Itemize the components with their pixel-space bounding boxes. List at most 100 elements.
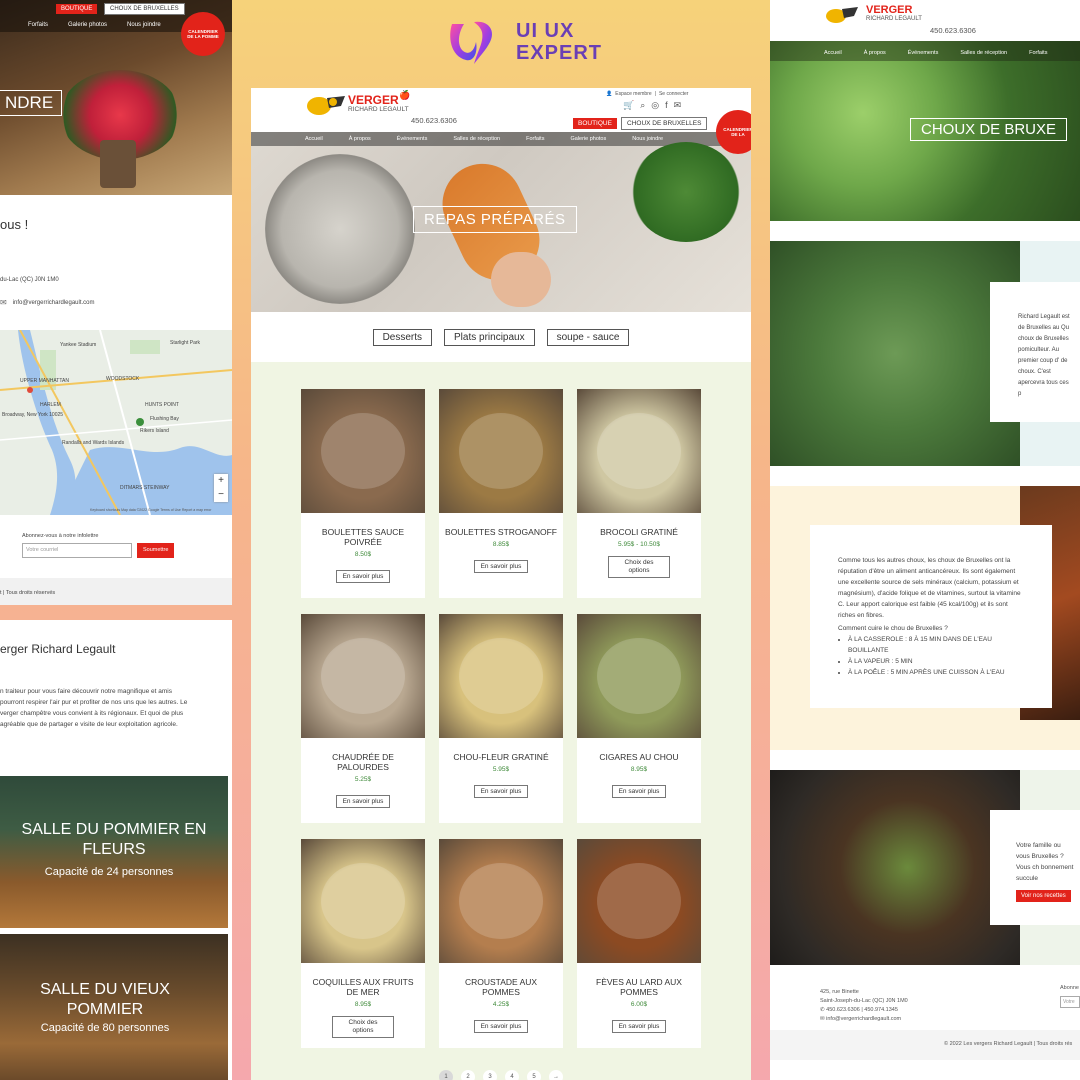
page-number[interactable]: 1: [439, 1070, 453, 1080]
zoom-in-icon[interactable]: +: [214, 474, 228, 488]
menu-item-apropos[interactable]: À propos: [349, 136, 371, 142]
site-phone[interactable]: 450.623.6306: [411, 116, 457, 125]
patio-hero-image: BOUTIQUE CHOUX DE BRUXELLES Forfaits Gal…: [0, 0, 232, 195]
about-paragraph: n traiteur pour vous faire découvrir not…: [0, 688, 188, 728]
cart-icon[interactable]: 🛒: [623, 100, 634, 111]
product-name[interactable]: BOULETTES SAUCE POIVRÉE: [301, 527, 425, 547]
zoom-out-icon[interactable]: −: [214, 488, 228, 502]
footer-phone[interactable]: 450.623.6306 | 450.974.1345: [826, 1007, 898, 1013]
map-label-broadway: Broadway, New York 10025: [2, 412, 64, 418]
product-card[interactable]: BROCOLI GRATINÉ 5.95$ - 10.50$ Choix des o…: [577, 389, 701, 598]
search-icon[interactable]: ⌕: [640, 100, 645, 111]
menu-item-forfaits-right[interactable]: Forfaits: [1029, 50, 1047, 56]
product-image[interactable]: [439, 839, 563, 963]
menu-item-evenements[interactable]: Événements: [397, 136, 428, 142]
choux-button[interactable]: CHOUX DE BRUXELLES: [621, 112, 708, 130]
newsletter-input[interactable]: Votre courriel: [22, 543, 132, 558]
product-image[interactable]: [439, 614, 563, 738]
product-image[interactable]: [577, 839, 701, 963]
product-image[interactable]: [577, 614, 701, 738]
instagram-icon[interactable]: ◎: [651, 100, 659, 111]
page-number[interactable]: 5: [527, 1070, 541, 1080]
menu-item-apropos-right[interactable]: À propos: [864, 50, 886, 56]
product-name[interactable]: CHAUDRÉE DE PALOURDES: [301, 752, 425, 772]
more-button[interactable]: En savoir plus: [335, 795, 391, 808]
map-zoom-controls[interactable]: + −: [214, 474, 228, 502]
menu-item-accueil[interactable]: Accueil: [305, 136, 323, 142]
menu-item-galerie[interactable]: Galerie photos: [68, 22, 107, 28]
member-link[interactable]: Espace membre: [615, 91, 651, 97]
menu-item-forfaits[interactable]: Forfaits: [28, 22, 48, 28]
menu-item-evenements-right[interactable]: Événements: [908, 50, 939, 56]
product-price: 8.95$: [354, 1001, 372, 1008]
footer-newsletter-input[interactable]: Votre: [1060, 996, 1080, 1008]
product-name[interactable]: CHOU-FLEUR GRATINÉ: [439, 752, 563, 762]
email-icon[interactable]: ✉: [674, 100, 682, 111]
recipes-button[interactable]: Voir nos recettes: [1016, 890, 1071, 902]
options-button[interactable]: Choix des options: [332, 1016, 394, 1038]
page-number[interactable]: 2: [461, 1070, 475, 1080]
menu-item-accueil-right[interactable]: Accueil: [824, 50, 842, 56]
calendar-apple-button[interactable]: CALENDRIER DE LA POMME: [181, 12, 225, 56]
product-image[interactable]: [439, 389, 563, 513]
menu-item-salles[interactable]: Salles de réception: [453, 136, 500, 142]
boutique-button-left[interactable]: BOUTIQUE: [56, 0, 98, 15]
newsletter-label: Abonnez-vous à notre infolettre: [22, 533, 99, 539]
product-image[interactable]: [301, 389, 425, 513]
filter-plats[interactable]: Plats principaux: [444, 328, 535, 346]
options-button[interactable]: Choix des options: [608, 556, 670, 578]
verger-logo-icon-right[interactable]: [824, 4, 864, 24]
footer-email[interactable]: info@vergerrichardlegault.com: [826, 1016, 901, 1022]
product-name[interactable]: BOULETTES STROGANOFF: [439, 527, 563, 537]
product-card[interactable]: CHOU-FLEUR GRATINÉ 5.95$ En savoir plus: [439, 614, 563, 823]
room1-capacity: Capacité de 24 personnes: [44, 866, 174, 878]
contact-email[interactable]: info@vergerrichardlegault.com: [13, 300, 95, 306]
google-map[interactable]: Yankee Stadium Starlight Park UPPER MANH…: [0, 330, 232, 515]
page-number[interactable]: 4: [505, 1070, 519, 1080]
page-number[interactable]: 3: [483, 1070, 497, 1080]
product-name[interactable]: BROCOLI GRATINÉ: [577, 527, 701, 537]
more-button[interactable]: En savoir plus: [473, 560, 529, 573]
more-button[interactable]: En savoir plus: [335, 570, 391, 583]
dish-decor: [459, 413, 543, 489]
product-name[interactable]: FÈVES AU LARD AUX POMMES: [577, 977, 701, 997]
filter-soupe[interactable]: soupe - sauce: [546, 328, 630, 346]
boutique-button[interactable]: BOUTIQUE: [573, 112, 617, 130]
product-card[interactable]: CIGARES AU CHOU 8.95$ En savoir plus: [577, 614, 701, 823]
menu-item-forfaits[interactable]: Forfaits: [526, 136, 544, 142]
more-button[interactable]: En savoir plus: [611, 785, 667, 798]
newsletter-submit-button[interactable]: Soumettre: [137, 543, 175, 558]
product-card[interactable]: BOULETTES STROGANOFF 8.85$ En savoir plus: [439, 389, 563, 598]
product-name[interactable]: CROUSTADE AUX POMMES: [439, 977, 563, 997]
menu-item-galerie[interactable]: Galerie photos: [570, 136, 606, 142]
product-card[interactable]: FÈVES AU LARD AUX POMMES 6.00$ En savoir p…: [577, 839, 701, 1048]
product-card[interactable]: BOULETTES SAUCE POIVRÉE 8.50$ En savoir pl…: [301, 389, 425, 598]
more-button[interactable]: En savoir plus: [473, 1020, 529, 1033]
site-phone-right[interactable]: 450.623.6306: [930, 26, 976, 35]
map-label-starlight: Starlight Park: [170, 340, 201, 346]
category-filters: Desserts Plats principaux soupe - sauce: [251, 312, 751, 362]
menu-item-joindre[interactable]: Nous joindre: [632, 136, 663, 142]
facebook-icon[interactable]: f: [665, 100, 668, 111]
verger-logo-icon[interactable]: [305, 92, 353, 116]
product-card[interactable]: CHAUDRÉE DE PALOURDES 5.25$ En savoir plus: [301, 614, 425, 823]
next-page-arrow-icon[interactable]: →: [549, 1070, 563, 1080]
product-name[interactable]: COQUILLES AUX FRUITS DE MER: [301, 977, 425, 997]
room-pommier-fleurs-image[interactable]: SALLE DU POMMIER EN FLEURS Capacité de 2…: [0, 776, 228, 928]
product-card[interactable]: CROUSTADE AUX POMMES 4.25$ En savoir plus: [439, 839, 563, 1048]
menu-item-salles-right[interactable]: Salles de réception: [960, 50, 1007, 56]
choux-button-left[interactable]: CHOUX DE BRUXELLES: [104, 0, 185, 15]
menu-item-joindre[interactable]: Nous joindre: [127, 22, 161, 28]
room-vieux-pommier-image[interactable]: SALLE DU VIEUX POMMIER Capacité de 80 pe…: [0, 934, 228, 1080]
product-image[interactable]: [301, 839, 425, 963]
product-image[interactable]: [577, 389, 701, 513]
login-link[interactable]: Se connecter: [659, 91, 688, 97]
filter-desserts[interactable]: Desserts: [372, 328, 433, 346]
more-button[interactable]: En savoir plus: [473, 785, 529, 798]
product-image[interactable]: [301, 614, 425, 738]
roasted-sprouts-image: [770, 770, 1020, 965]
product-card[interactable]: COQUILLES AUX FRUITS DE MER 8.95$ Choix de…: [301, 839, 425, 1048]
product-price: 5.25$: [354, 776, 372, 783]
more-button[interactable]: En savoir plus: [611, 1020, 667, 1033]
product-name[interactable]: CIGARES AU CHOU: [577, 752, 701, 762]
